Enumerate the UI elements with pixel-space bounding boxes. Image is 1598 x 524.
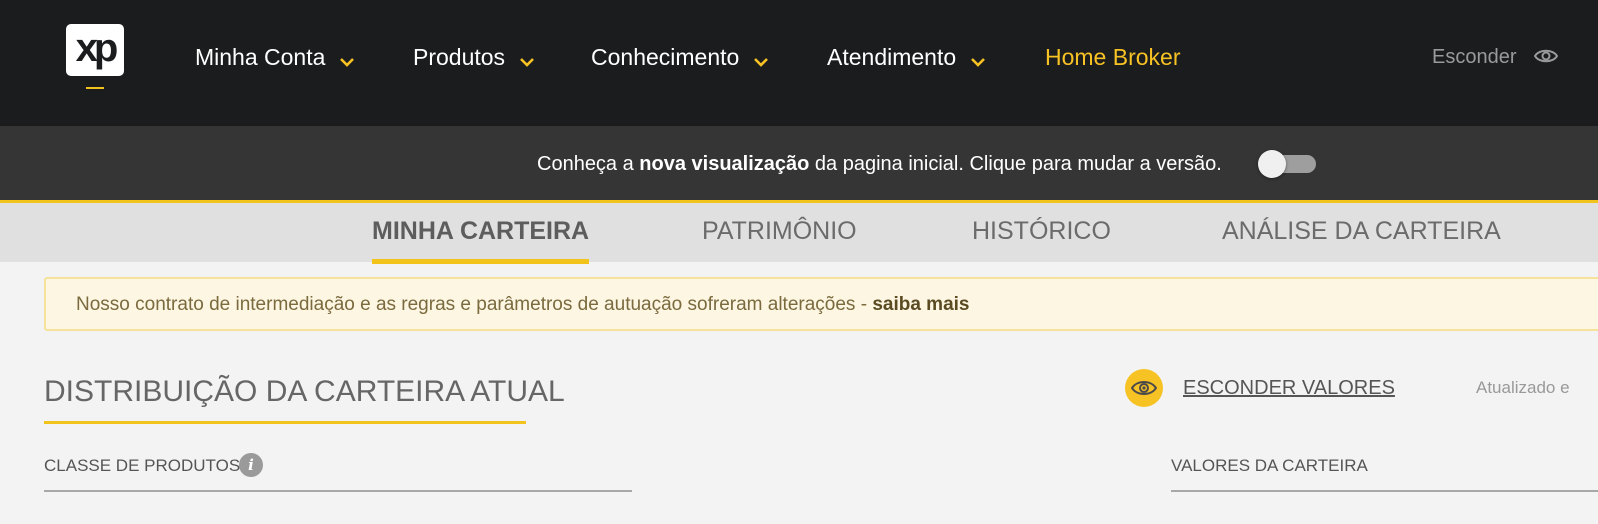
portfolio-tabs: MINHA CARTEIRA PATRIMÔNIO HISTÓRICO ANÁL… — [0, 203, 1598, 264]
nav-atendimento[interactable]: Atendimento — [827, 42, 986, 72]
nav-atendimento-label: Atendimento — [827, 44, 957, 70]
eye-icon[interactable] — [1125, 369, 1163, 407]
updated-timestamp: Atualizado e — [1476, 378, 1570, 397]
values-header-divider — [1171, 490, 1598, 492]
chevron-down-icon — [753, 44, 769, 74]
saiba-mais-link[interactable]: saiba mais — [872, 294, 969, 315]
section-title: DISTRIBUIÇÃO DA CARTEIRA ATUAL — [44, 375, 565, 408]
nav-minha-conta[interactable]: Minha Conta — [195, 42, 355, 72]
info-icon[interactable]: i — [239, 453, 263, 477]
version-text-suffix: da pagina inicial. Clique para mudar a v… — [809, 153, 1222, 175]
tab-minha-carteira[interactable]: MINHA CARTEIRA — [372, 215, 590, 264]
xp-logo[interactable]: xp — [66, 24, 124, 76]
notice-message: Nosso contrato de intermediação e as reg… — [76, 294, 873, 315]
nav-home-broker-label: Home Broker — [1045, 44, 1181, 70]
nav-minha-conta-label: Minha Conta — [195, 44, 326, 70]
version-toggle-switch[interactable] — [1258, 150, 1316, 178]
chevron-down-icon — [519, 44, 535, 74]
chevron-down-icon — [970, 44, 986, 74]
version-banner: Conheça a nova visualização da pagina in… — [0, 126, 1598, 203]
notice-text: Nosso contrato de intermediação e as reg… — [76, 294, 969, 316]
top-navbar: xp Minha Conta Produtos Conhecimento Ate… — [0, 0, 1598, 126]
values-header: VALORES DA CARTEIRA — [1171, 456, 1368, 475]
nav-produtos[interactable]: Produtos — [413, 42, 535, 72]
class-header-divider — [44, 490, 632, 492]
nav-conhecimento-label: Conhecimento — [591, 44, 740, 70]
section-title-underline — [44, 421, 526, 424]
chevron-down-icon — [339, 44, 355, 74]
version-text-bold: nova visualização — [639, 153, 810, 175]
tab-patrimonio[interactable]: PATRIMÔNIO — [702, 215, 857, 247]
hide-values-link[interactable]: ESCONDER VALORES — [1183, 376, 1395, 400]
logo-underline — [86, 87, 104, 89]
version-text-prefix: Conheça a — [537, 153, 640, 175]
contract-notice: Nosso contrato de intermediação e as reg… — [44, 277, 1598, 331]
eye-icon[interactable] — [1533, 46, 1559, 71]
nav-home-broker[interactable]: Home Broker — [1045, 42, 1180, 72]
switch-knob — [1258, 150, 1286, 178]
hide-balance-toggle[interactable]: Esconder — [1432, 44, 1517, 70]
version-banner-text: Conheça a nova visualização da pagina in… — [537, 152, 1222, 176]
nav-produtos-label: Produtos — [413, 44, 506, 70]
nav-conhecimento[interactable]: Conhecimento — [591, 42, 769, 72]
class-header: CLASSE DE PRODUTOS — [44, 456, 241, 475]
tab-analise-da-carteira[interactable]: ANÁLISE DA CARTEIRA — [1222, 215, 1501, 247]
tab-historico[interactable]: HISTÓRICO — [972, 215, 1111, 247]
